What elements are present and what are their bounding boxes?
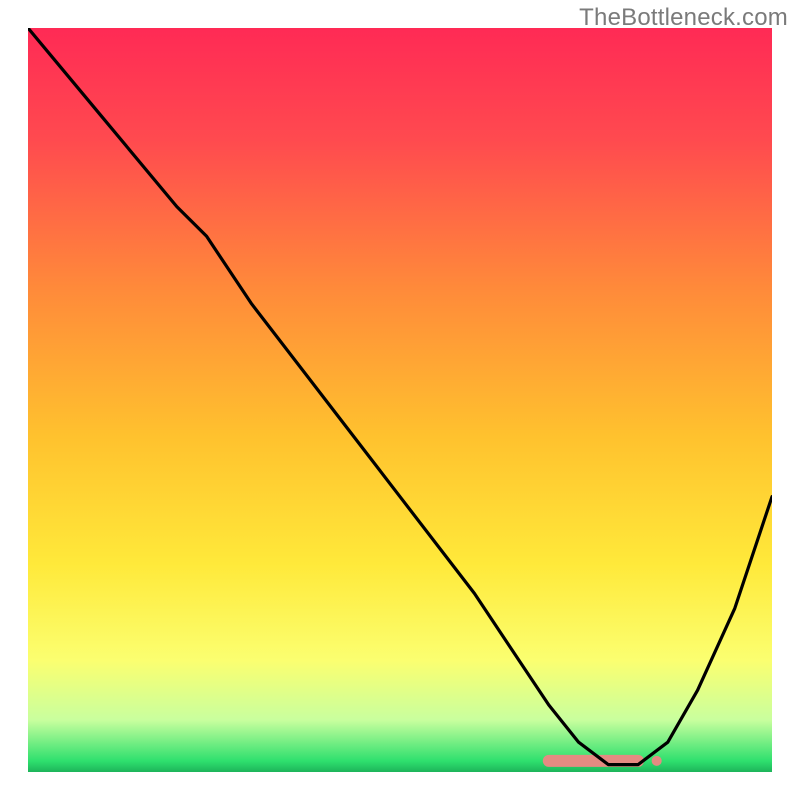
chart-svg xyxy=(28,28,772,772)
watermark-label: TheBottleneck.com xyxy=(579,4,788,32)
bottleneck-chart xyxy=(28,28,772,772)
